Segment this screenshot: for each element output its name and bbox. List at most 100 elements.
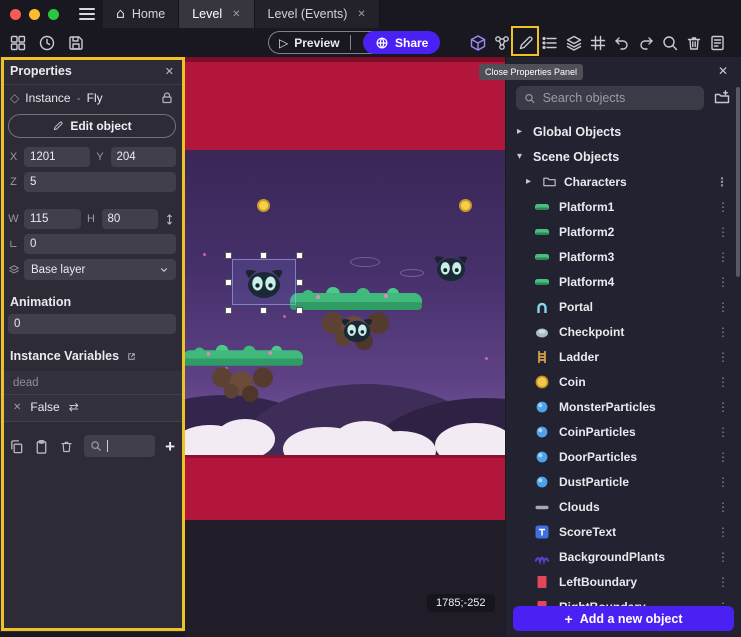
kebab-menu-icon[interactable]: ⋮ [715, 575, 731, 589]
kebab-menu-icon[interactable]: ⋮ [715, 225, 731, 239]
kebab-menu-icon[interactable]: ⋮ [715, 250, 731, 264]
search-objects-input[interactable] [543, 91, 696, 105]
kebab-menu-icon[interactable]: ⋮ [715, 400, 731, 414]
object-item-dustparticle[interactable]: DustParticle ⋮ [506, 469, 741, 494]
kebab-menu-icon[interactable]: ⋮ [715, 450, 731, 464]
object-item-backgroundplants[interactable]: BackgroundPlants ⋮ [506, 544, 741, 569]
hamburger-menu-icon[interactable] [71, 0, 103, 28]
coin-instance[interactable] [257, 199, 270, 212]
close-icon[interactable]: ✕ [232, 9, 240, 20]
object-item-clouds[interactable]: Clouds ⋮ [506, 494, 741, 519]
object-item-doorparticles[interactable]: DoorParticles ⋮ [506, 444, 741, 469]
aspect-ratio-lock-icon[interactable] [163, 213, 176, 226]
instances-list-icon[interactable] [538, 30, 562, 55]
fly-instance[interactable] [428, 252, 474, 282]
kebab-menu-icon[interactable]: ⋮ [715, 350, 731, 364]
object-groups-icon[interactable] [490, 30, 514, 55]
layers-icon[interactable] [562, 30, 586, 55]
object-item-ladder[interactable]: Ladder ⋮ [506, 344, 741, 369]
history-icon[interactable] [35, 30, 59, 55]
object-item-platform2[interactable]: Platform2 ⋮ [506, 219, 741, 244]
kebab-menu-icon[interactable]: ⋮ [715, 550, 731, 564]
object-item-platform3[interactable]: Platform3 ⋮ [506, 244, 741, 269]
close-objects-panel-button[interactable]: ✕ [718, 64, 728, 78]
search-objects-box[interactable] [516, 86, 704, 110]
group-global-objects[interactable]: ▸ Global Objects [506, 119, 741, 144]
variables-search-input[interactable] [84, 435, 155, 457]
swap-value-icon[interactable]: ⇄ [69, 400, 79, 414]
object-item-leftboundary[interactable]: LeftBoundary ⋮ [506, 569, 741, 594]
kebab-menu-icon[interactable]: ⋮ [715, 325, 731, 339]
animation-input[interactable] [8, 314, 176, 334]
properties-pen-icon[interactable] [514, 30, 538, 55]
edit-object-button[interactable]: Edit object [8, 114, 176, 138]
grid-icon[interactable] [586, 30, 610, 55]
object-item-coinparticles[interactable]: CoinParticles ⋮ [506, 419, 741, 444]
kebab-menu-icon[interactable]: ⋮ [715, 275, 731, 289]
open-in-new-icon[interactable] [126, 351, 137, 362]
coin-instance[interactable] [459, 199, 472, 212]
resize-handle[interactable] [296, 307, 303, 314]
object-item-checkpoint[interactable]: Checkpoint ⋮ [506, 319, 741, 344]
resize-handle[interactable] [260, 252, 267, 259]
object-item-coin[interactable]: Coin ⋮ [506, 369, 741, 394]
tab-home[interactable]: ⌂ Home [103, 0, 179, 28]
resize-handle[interactable] [225, 252, 232, 259]
variable-name[interactable]: dead [0, 371, 184, 394]
resize-handle[interactable] [225, 307, 232, 314]
resize-handle[interactable] [225, 279, 232, 286]
height-input[interactable] [102, 209, 159, 229]
zoom-icon[interactable] [658, 30, 682, 55]
object-item-platform4[interactable]: Platform4 ⋮ [506, 269, 741, 294]
resize-handle[interactable] [260, 307, 267, 314]
resize-handle[interactable] [296, 279, 303, 286]
y-input[interactable] [111, 147, 177, 167]
save-icon[interactable] [64, 30, 88, 55]
share-button[interactable]: Share [363, 31, 440, 54]
tab-level[interactable]: Level ✕ [179, 0, 254, 28]
add-new-object-button[interactable]: + Add a new object [513, 606, 734, 631]
redo-icon[interactable] [634, 30, 658, 55]
kebab-menu-icon[interactable]: ⋮ [715, 525, 731, 539]
layer-select[interactable]: Base layer [24, 259, 176, 280]
tab-level-events[interactable]: Level (Events) ✕ [255, 0, 380, 28]
kebab-menu-icon[interactable]: ⋮ [715, 500, 731, 514]
trash-icon[interactable] [682, 30, 706, 55]
folder-characters[interactable]: ▸ Characters ⋮ [506, 169, 741, 194]
delete-icon[interactable] [59, 439, 74, 454]
width-input[interactable] [24, 209, 81, 229]
object-item-monsterparticles[interactable]: MonsterParticles ⋮ [506, 394, 741, 419]
kebab-menu-icon[interactable]: ⋮ [714, 175, 730, 189]
lock-icon[interactable] [160, 91, 174, 105]
fly-instance[interactable] [336, 315, 378, 343]
variable-value-row[interactable]: ✕ False ⇄ [0, 394, 184, 422]
angle-input[interactable] [24, 234, 176, 254]
object-item-platform1[interactable]: Platform1 ⋮ [506, 194, 741, 219]
layout-icon[interactable] [6, 30, 30, 55]
paste-icon[interactable] [34, 439, 49, 454]
kebab-menu-icon[interactable]: ⋮ [715, 475, 731, 489]
kebab-menu-icon[interactable]: ⋮ [715, 300, 731, 314]
edit-events-icon[interactable] [706, 30, 730, 55]
scene-canvas[interactable]: 1785;-252 [185, 57, 505, 637]
objects-scrollbar[interactable] [736, 87, 740, 277]
copy-icon[interactable] [9, 439, 24, 454]
object-item-scoretext[interactable]: ScoreText ⋮ [506, 519, 741, 544]
object-item-portal[interactable]: Portal ⋮ [506, 294, 741, 319]
kebab-menu-icon[interactable]: ⋮ [715, 200, 731, 214]
maximize-window-button[interactable] [48, 9, 59, 20]
close-window-button[interactable] [10, 9, 21, 20]
platform-instance[interactable] [185, 343, 311, 403]
add-folder-icon[interactable] [713, 89, 731, 107]
kebab-menu-icon[interactable]: ⋮ [715, 375, 731, 389]
close-icon[interactable]: ✕ [357, 9, 365, 20]
close-properties-button[interactable]: ✕ [165, 65, 174, 78]
x-input[interactable] [24, 147, 90, 167]
minimize-window-button[interactable] [29, 9, 40, 20]
objects-panel-icon[interactable] [466, 30, 490, 55]
kebab-menu-icon[interactable]: ⋮ [715, 425, 731, 439]
resize-handle[interactable] [296, 252, 303, 259]
add-variable-button[interactable]: + [165, 438, 175, 455]
z-input[interactable] [24, 172, 176, 192]
group-scene-objects[interactable]: ▾ Scene Objects [506, 144, 741, 169]
